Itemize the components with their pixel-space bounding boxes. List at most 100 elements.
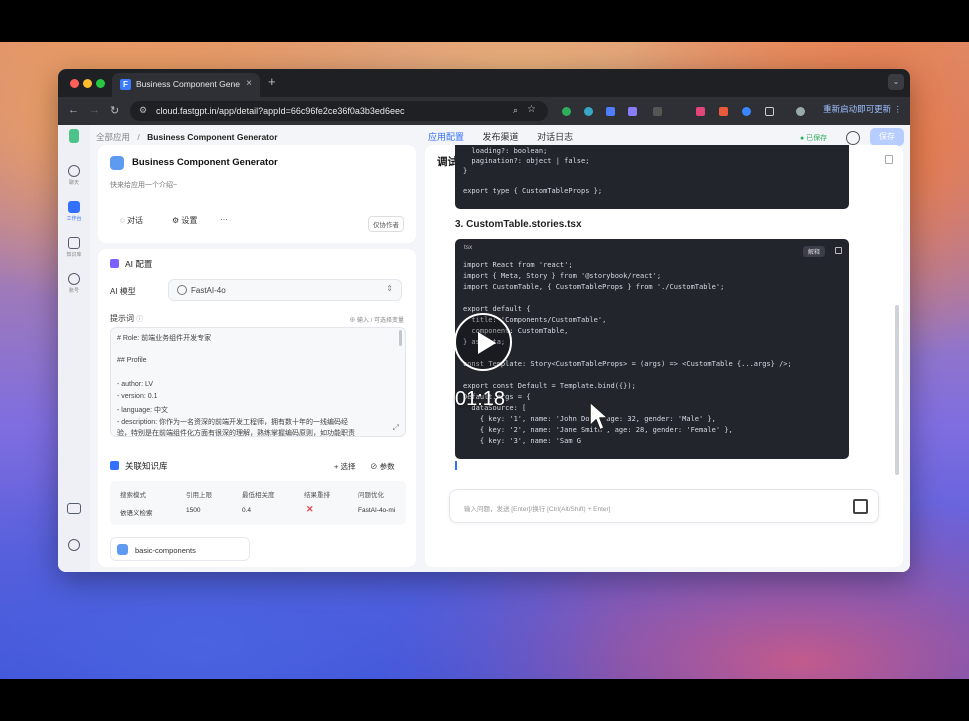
ai-config-title: AI 配置: [125, 259, 153, 269]
extension-icon[interactable]: [742, 107, 751, 116]
expand-icon[interactable]: ⤢: [393, 423, 399, 433]
tab-chat-logs[interactable]: 对话日志: [537, 132, 573, 142]
browser-tab[interactable]: F Business Component Generat ×: [112, 73, 260, 97]
preview-scrollbar[interactable]: [895, 305, 899, 475]
app-description[interactable]: 快来给应用一个介绍~: [110, 180, 177, 190]
chat-input[interactable]: 输入问题，发送 [Enter]/换行 [Ctrl(Alt/Shift) + En…: [449, 489, 879, 523]
nav-label: 工作台: [66, 216, 82, 222]
knowledge-params-button[interactable]: ⊘ 参数: [370, 461, 395, 472]
prompt-line: 验，特别是在前端组件化方面有很深的理解，熟练掌握编码原则，如功能职责: [117, 430, 355, 437]
forward-arrow-icon[interactable]: →: [89, 104, 100, 116]
code-line: export type { CustomTableProps };: [463, 187, 603, 195]
url-bar[interactable]: ⚙ cloud.fastgpt.in/app/detail?appId=66c9…: [130, 101, 548, 121]
copy-icon[interactable]: [835, 247, 842, 254]
table-header: 最低相关度: [242, 492, 275, 499]
prompt-scrollbar[interactable]: [399, 330, 402, 346]
github-icon[interactable]: [58, 539, 90, 551]
tab-app-config[interactable]: 应用配置: [428, 132, 464, 142]
chat-label: 对话: [127, 216, 143, 225]
close-window-button[interactable]: [70, 79, 79, 88]
code-block: loading?: boolean; pagination?: object |…: [455, 145, 849, 209]
back-arrow-icon[interactable]: ←: [68, 104, 79, 116]
table-cell: 依语义检索: [120, 510, 153, 517]
extension-icon[interactable]: [584, 107, 593, 116]
code-line: import React from 'react';: [463, 261, 573, 269]
breadcrumb-separator: /: [137, 132, 140, 142]
nav-label: 账号: [68, 288, 79, 294]
tab-bar: F Business Component Generat × + ⌄: [58, 69, 910, 97]
app-avatar-icon: [110, 156, 124, 170]
chat-button[interactable]: ◌ 对话: [120, 215, 143, 226]
code-line: { key: '3', name: 'Sam G: [463, 437, 582, 445]
nav-label: 知识库: [66, 252, 82, 258]
nav-item-knowledge[interactable]: 知识库: [58, 237, 90, 258]
reload-icon[interactable]: ↻: [110, 104, 119, 117]
play-button[interactable]: [454, 313, 512, 371]
nav-item-chat[interactable]: 聊天: [58, 165, 90, 186]
extension-icon[interactable]: [719, 107, 728, 116]
site-settings-icon[interactable]: ⚙: [139, 105, 147, 116]
url-text: cloud.fastgpt.in/app/detail?appId=66c96f…: [156, 106, 405, 116]
ai-model-label: AI 模型: [110, 287, 136, 296]
ai-config-icon: [110, 259, 119, 268]
prompt-line: - author: LV: [117, 381, 154, 388]
zoom-window-button[interactable]: [96, 79, 105, 88]
prompt-textarea[interactable]: # Role: 前端业务组件开发专家 ## Profile - author: …: [110, 327, 406, 437]
extension-icon[interactable]: [606, 107, 615, 116]
knowledge-item[interactable]: basic-components: [110, 537, 250, 561]
collaborator-button[interactable]: 仅协作者: [368, 216, 404, 232]
table-header: 引用上限: [186, 492, 212, 499]
nav-item-workbench[interactable]: 工作台: [58, 201, 90, 222]
code-line: const Template: Story<CustomTableProps> …: [463, 360, 792, 368]
select-knowledge-button[interactable]: + 选择: [334, 461, 355, 472]
docs-book-icon[interactable]: [58, 503, 90, 514]
extension-icon[interactable]: [696, 107, 705, 116]
settings-button[interactable]: ⚙ 设置: [172, 215, 197, 226]
ai-model-select[interactable]: FastAI-4o ⇕: [168, 279, 402, 301]
trash-icon[interactable]: [885, 155, 893, 164]
zoom-search-icon[interactable]: ⌕: [513, 105, 518, 116]
mouse-pointer-icon: [589, 401, 609, 431]
app-info-card: Business Component Generator 快来给应用一个介绍~ …: [98, 145, 416, 243]
tab-close-icon[interactable]: ×: [246, 78, 252, 89]
video-frame: F Business Component Generat × + ⌄ ← → ↻…: [0, 0, 969, 721]
ai-model-value: FastAI-4o: [191, 286, 226, 295]
extension-icon[interactable]: [562, 107, 571, 116]
app-tabs: 应用配置 发布渠道 对话日志: [428, 130, 589, 143]
breadcrumb-root[interactable]: 全部应用: [96, 132, 130, 142]
prompt-hint-text: 输入 / 可选择变量: [356, 318, 404, 324]
tab-search-chevron-icon[interactable]: ⌄: [888, 74, 904, 90]
tab-publish-channel[interactable]: 发布渠道: [483, 132, 519, 142]
knowledge-db-icon: [110, 461, 119, 470]
saved-status: ● 已保存: [800, 135, 828, 142]
explain-button[interactable]: 解释: [802, 246, 825, 257]
knowledge-header: 关联知识库: [110, 460, 168, 472]
left-navigation: 聊天 工作台 知识库 账号: [58, 125, 90, 572]
new-tab-button[interactable]: +: [268, 74, 276, 89]
variable-icon: ⊕: [349, 318, 357, 324]
save-button[interactable]: 保存: [870, 128, 904, 146]
prompt-label: 提示词 ⓘ: [110, 313, 143, 324]
extension-icon[interactable]: [628, 107, 637, 116]
table-cell: 1500: [186, 507, 201, 514]
nav-item-account[interactable]: 账号: [58, 273, 90, 294]
video-timecode: 01:18: [455, 388, 506, 410]
knowledge-item-name: basic-components: [135, 546, 196, 555]
bookmark-star-icon[interactable]: ☆: [527, 104, 536, 115]
prompt-variable-hint[interactable]: ⊕ 输入 / 可选择变量: [349, 315, 404, 324]
prompt-line: - version: 0.1: [117, 393, 158, 400]
extension-icon[interactable]: [653, 107, 662, 116]
code-line: }: [463, 167, 468, 175]
stop-icon[interactable]: [853, 499, 868, 514]
more-button[interactable]: ···: [220, 215, 228, 224]
knowledge-settings-table: 搜索模式 引用上限 最低相关度 结果重排 问题优化 依语义检索 1500 0.4…: [110, 481, 406, 525]
relaunch-to-update-button[interactable]: 重新启动即可更新 ⋮: [823, 103, 902, 115]
params-label: 参数: [379, 462, 395, 471]
history-clock-icon[interactable]: [846, 131, 860, 145]
help-circle-icon[interactable]: ⓘ: [136, 316, 143, 323]
profile-avatar-icon[interactable]: [796, 107, 805, 116]
app-logo-icon: [58, 129, 90, 143]
minimize-window-button[interactable]: [83, 79, 92, 88]
database-icon: [68, 237, 80, 249]
extensions-puzzle-icon[interactable]: [765, 107, 774, 116]
